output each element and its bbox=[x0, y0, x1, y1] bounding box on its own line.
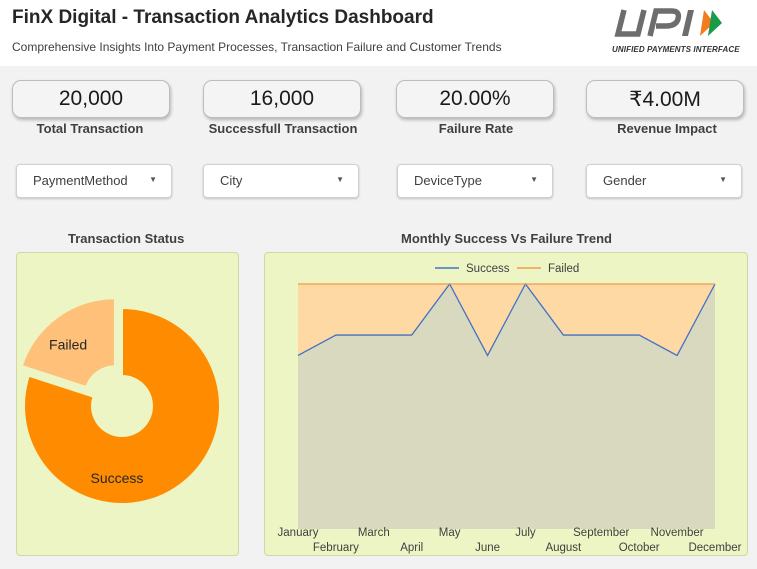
logo-caption: UNIFIED PAYMENTS INTERFACE bbox=[612, 45, 740, 54]
kpi-total-transaction-label: Total Transaction bbox=[36, 121, 144, 136]
kpi-failure-rate-value: 20.00% bbox=[396, 80, 554, 118]
kpi-revenue-impact-value: ₹4.00M bbox=[586, 80, 744, 118]
page-title: FinX Digital - Transaction Analytics Das… bbox=[12, 7, 434, 28]
x-tick-label: April bbox=[400, 542, 423, 554]
page-subtitle: Comprehensive Insights Into Payment Proc… bbox=[12, 40, 502, 54]
transaction-status-chart: Failed Success bbox=[20, 297, 221, 505]
filter-payment-method-label: PaymentMethod bbox=[33, 173, 128, 188]
x-tick-label: June bbox=[475, 542, 500, 554]
filter-device-type-label: DeviceType bbox=[414, 173, 482, 188]
x-tick-label: December bbox=[688, 542, 741, 554]
pie-label-success: Success bbox=[91, 470, 144, 486]
monthly-trend-panel: January February March April May June July Augu… bbox=[264, 252, 748, 556]
x-tick-label: March bbox=[358, 527, 390, 539]
kpi-revenue-impact-label: Revenue Impact bbox=[617, 121, 717, 136]
kpi-total-transaction-value: 20,000 bbox=[12, 80, 170, 118]
x-tick-label: May bbox=[439, 527, 461, 539]
filter-device-type[interactable]: DeviceType ▼ bbox=[397, 164, 553, 198]
kpi-successful-transaction-label: Successfull Transaction bbox=[208, 121, 358, 136]
x-tick-label: November bbox=[651, 527, 704, 539]
monthly-trend-title: Monthly Success Vs Failure Trend bbox=[401, 231, 612, 246]
kpi-failure-rate-label: Failure Rate bbox=[438, 121, 514, 136]
transaction-status-panel: Failed Success bbox=[16, 252, 239, 556]
filter-city-label: City bbox=[220, 173, 243, 188]
filter-gender[interactable]: Gender ▼ bbox=[586, 164, 742, 198]
transaction-status-title: Transaction Status bbox=[68, 231, 185, 246]
filter-payment-method[interactable]: PaymentMethod ▼ bbox=[16, 164, 172, 198]
chevron-down-icon: ▼ bbox=[530, 175, 538, 184]
upi-logo-mark bbox=[614, 8, 722, 37]
monthly-trend-chart: January February March April May June July Augu… bbox=[278, 263, 742, 554]
x-tick-label: September bbox=[573, 527, 629, 539]
legend-label-failed: Failed bbox=[548, 263, 579, 275]
x-tick-label: August bbox=[545, 542, 582, 554]
x-tick-label: July bbox=[515, 527, 536, 539]
chevron-down-icon: ▼ bbox=[336, 175, 344, 184]
header: FinX Digital - Transaction Analytics Das… bbox=[0, 0, 757, 66]
kpi-successful-transaction-value: 16,000 bbox=[203, 80, 361, 118]
upi-logo: UNIFIED PAYMENTS INTERFACE bbox=[608, 6, 748, 62]
chevron-down-icon: ▼ bbox=[719, 175, 727, 184]
pie-label-failed: Failed bbox=[49, 336, 87, 352]
filter-gender-label: Gender bbox=[603, 173, 647, 188]
filter-city[interactable]: City ▼ bbox=[203, 164, 359, 198]
x-tick-label: February bbox=[313, 542, 359, 554]
x-tick-label: October bbox=[619, 542, 660, 554]
chevron-down-icon: ▼ bbox=[149, 175, 157, 184]
x-tick-label: January bbox=[278, 527, 319, 539]
legend-label-success: Success bbox=[466, 263, 510, 275]
